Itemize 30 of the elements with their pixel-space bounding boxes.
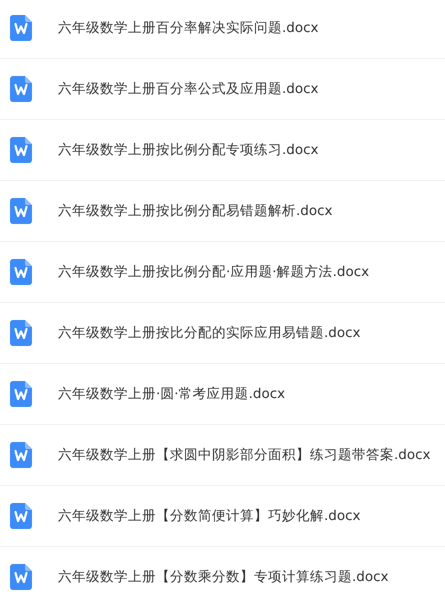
file-name: 六年级数学上册按比例分配·应用题·解题方法.docx (58, 263, 370, 281)
file-row[interactable]: 六年级数学上册按比分配的实际应用易错题.docx (0, 303, 445, 364)
word-document-icon (10, 76, 32, 102)
file-row[interactable]: 六年级数学上册百分率解决实际问题.docx (0, 0, 445, 59)
file-row[interactable]: 六年级数学上册按比例分配专项练习.docx (0, 120, 445, 181)
file-row[interactable]: 六年级数学上册【求圆中阴影部分面积】练习题带答案.docx (0, 425, 445, 486)
word-document-icon (10, 198, 32, 224)
file-row[interactable]: 六年级数学上册百分率公式及应用题.docx (0, 59, 445, 120)
file-name: 六年级数学上册【分数乘分数】专项计算练习题.docx (58, 568, 389, 586)
file-row[interactable]: 六年级数学上册【分数乘分数】专项计算练习题.docx (0, 547, 445, 604)
word-document-icon (10, 15, 32, 41)
file-name: 六年级数学上册百分率解决实际问题.docx (58, 19, 319, 37)
file-row[interactable]: 六年级数学上册·圆·常考应用题.docx (0, 364, 445, 425)
file-name: 六年级数学上册·圆·常考应用题.docx (58, 385, 286, 403)
word-document-icon (10, 320, 32, 346)
file-row[interactable]: 六年级数学上册按比例分配易错题解析.docx (0, 181, 445, 242)
file-row[interactable]: 六年级数学上册【分数简便计算】巧妙化解.docx (0, 486, 445, 547)
word-document-icon (10, 259, 32, 285)
file-name: 六年级数学上册【求圆中阴影部分面积】练习题带答案.docx (58, 446, 431, 464)
file-name: 六年级数学上册按比例分配易错题解析.docx (58, 202, 333, 220)
word-document-icon (10, 503, 32, 529)
word-document-icon (10, 137, 32, 163)
file-name: 六年级数学上册百分率公式及应用题.docx (58, 80, 319, 98)
file-row[interactable]: 六年级数学上册按比例分配·应用题·解题方法.docx (0, 242, 445, 303)
file-name: 六年级数学上册按比分配的实际应用易错题.docx (58, 324, 361, 342)
word-document-icon (10, 564, 32, 590)
word-document-icon (10, 381, 32, 407)
word-document-icon (10, 442, 32, 468)
file-name: 六年级数学上册按比例分配专项练习.docx (58, 141, 319, 159)
file-name: 六年级数学上册【分数简便计算】巧妙化解.docx (58, 507, 361, 525)
